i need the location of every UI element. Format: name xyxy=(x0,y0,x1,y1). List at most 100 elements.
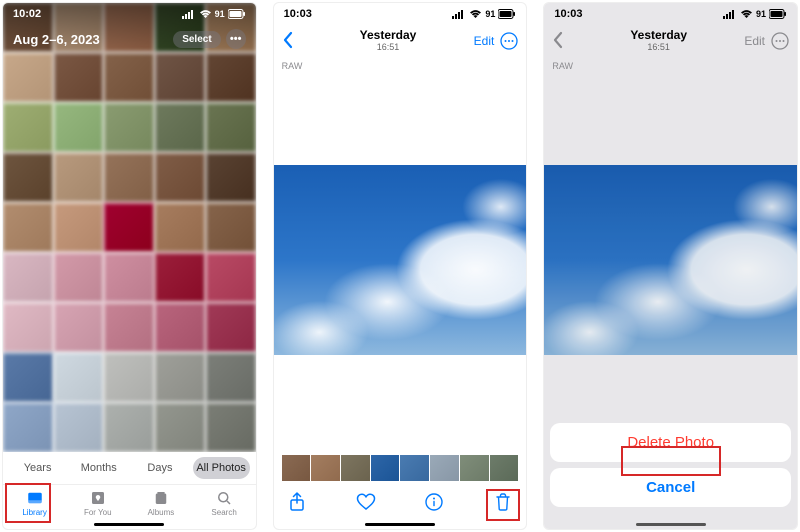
filmstrip-thumbnail[interactable] xyxy=(282,455,311,481)
photo-thumbnail[interactable] xyxy=(155,253,205,302)
photo-thumbnail[interactable] xyxy=(54,153,104,202)
home-indicator[interactable] xyxy=(365,523,435,526)
screenshot-delete-sheet: 10:03 91 Yesterday 16:51 Edit RAW Delete… xyxy=(543,2,798,530)
photo-grid[interactable] xyxy=(3,3,256,452)
photo-thumbnail[interactable] xyxy=(3,303,53,352)
photo-thumbnail[interactable] xyxy=(206,353,256,402)
edit-button[interactable]: Edit xyxy=(474,34,495,48)
photo-thumbnail[interactable] xyxy=(206,153,256,202)
photo-thumbnail[interactable] xyxy=(206,203,256,252)
signal-icon xyxy=(452,9,466,19)
favorite-button[interactable] xyxy=(355,491,377,513)
status-time: 10:02 xyxy=(13,8,41,20)
status-bar: 10:03 91 xyxy=(544,3,797,25)
status-icons: 91 xyxy=(452,9,516,19)
edit-button: Edit xyxy=(744,34,765,48)
share-button[interactable] xyxy=(286,491,308,513)
photo-thumbnail[interactable] xyxy=(3,203,53,252)
more-circle-icon xyxy=(771,32,789,50)
filmstrip-thumbnail[interactable] xyxy=(311,455,340,481)
home-indicator[interactable] xyxy=(636,523,706,526)
tab-search[interactable]: Search xyxy=(193,489,256,517)
filmstrip[interactable] xyxy=(274,451,527,485)
photo-thumbnail[interactable] xyxy=(54,403,104,452)
battery-pct: 91 xyxy=(485,9,495,19)
home-indicator[interactable] xyxy=(94,523,164,526)
photo-thumbnail[interactable] xyxy=(206,253,256,302)
battery-icon xyxy=(228,9,246,19)
wifi-icon xyxy=(469,9,482,19)
title-text: Yesterday xyxy=(574,29,743,42)
heart-icon xyxy=(356,493,376,511)
filmstrip-thumbnail[interactable] xyxy=(490,455,519,481)
photo-thumbnail[interactable] xyxy=(3,53,53,102)
raw-badge: RAW xyxy=(544,57,797,75)
photo-thumbnail[interactable] xyxy=(3,403,53,452)
photo-thumbnail[interactable] xyxy=(206,53,256,102)
segment-days[interactable]: Days xyxy=(131,457,188,479)
tab-for-you[interactable]: For You xyxy=(66,489,129,517)
view-segments: Years Months Days All Photos xyxy=(3,452,256,484)
filmstrip-thumbnail[interactable] xyxy=(371,455,400,481)
battery-icon xyxy=(498,9,516,19)
status-icons: 91 xyxy=(723,9,787,19)
photo-thumbnail[interactable] xyxy=(3,253,53,302)
photo-thumbnail[interactable] xyxy=(54,203,104,252)
segment-months[interactable]: Months xyxy=(70,457,127,479)
photo-thumbnail[interactable] xyxy=(54,303,104,352)
signal-icon xyxy=(723,9,737,19)
photo-thumbnail[interactable] xyxy=(104,303,154,352)
photo-thumbnail[interactable] xyxy=(54,103,104,152)
header-overlay: 10:02 91 Aug 2–6, 2023 Select ••• xyxy=(3,3,256,55)
battery-icon xyxy=(769,9,787,19)
photo-thumbnail[interactable] xyxy=(104,353,154,402)
photo-thumbnail[interactable] xyxy=(206,403,256,452)
photo-thumbnail[interactable] xyxy=(155,53,205,102)
segment-years[interactable]: Years xyxy=(9,457,66,479)
photo-thumbnail[interactable] xyxy=(155,153,205,202)
photo-thumbnail[interactable] xyxy=(104,403,154,452)
photo-thumbnail[interactable] xyxy=(54,253,104,302)
photo-thumbnail[interactable] xyxy=(104,253,154,302)
tab-label: Search xyxy=(211,508,236,517)
subtitle-text: 16:51 xyxy=(574,43,743,53)
photo-thumbnail[interactable] xyxy=(155,403,205,452)
info-button[interactable] xyxy=(423,491,445,513)
photo-thumbnail[interactable] xyxy=(104,153,154,202)
photo-thumbnail[interactable] xyxy=(104,53,154,102)
photo-thumbnail[interactable] xyxy=(104,103,154,152)
back-button[interactable] xyxy=(282,31,304,52)
photo-preview[interactable] xyxy=(274,165,527,355)
photo-thumbnail[interactable] xyxy=(155,103,205,152)
segment-all-photos[interactable]: All Photos xyxy=(193,457,250,479)
photo-thumbnail[interactable] xyxy=(3,103,53,152)
photo-thumbnail[interactable] xyxy=(54,353,104,402)
photo-thumbnail[interactable] xyxy=(206,103,256,152)
photo-thumbnail[interactable] xyxy=(206,303,256,352)
library-header: Aug 2–6, 2023 Select ••• xyxy=(3,25,256,55)
filmstrip-thumbnail[interactable] xyxy=(460,455,489,481)
photo-thumbnail[interactable] xyxy=(104,203,154,252)
filmstrip-thumbnail[interactable] xyxy=(400,455,429,481)
photo-thumbnail[interactable] xyxy=(3,353,53,402)
photo-preview xyxy=(544,165,797,355)
more-button[interactable]: ••• xyxy=(226,29,246,49)
annotation-highlight-trash xyxy=(486,489,520,521)
photo-thumbnail[interactable] xyxy=(155,303,205,352)
back-button xyxy=(552,31,574,52)
photo-thumbnail[interactable] xyxy=(155,203,205,252)
tab-albums[interactable]: Albums xyxy=(129,489,192,517)
wifi-icon xyxy=(199,9,212,19)
select-button[interactable]: Select xyxy=(173,31,220,48)
for-you-icon xyxy=(89,489,107,507)
more-circle-icon[interactable] xyxy=(500,32,518,50)
nav-title: Yesterday 16:51 xyxy=(304,29,473,52)
filmstrip-thumbnail[interactable] xyxy=(341,455,370,481)
signal-icon xyxy=(182,9,196,19)
photo-thumbnail[interactable] xyxy=(155,353,205,402)
photo-thumbnail[interactable] xyxy=(3,153,53,202)
filmstrip-thumbnail[interactable] xyxy=(430,455,459,481)
tab-label: For You xyxy=(84,508,112,517)
screenshot-library: 10:02 91 Aug 2–6, 2023 Select ••• Years … xyxy=(2,2,257,530)
photo-thumbnail[interactable] xyxy=(54,53,104,102)
